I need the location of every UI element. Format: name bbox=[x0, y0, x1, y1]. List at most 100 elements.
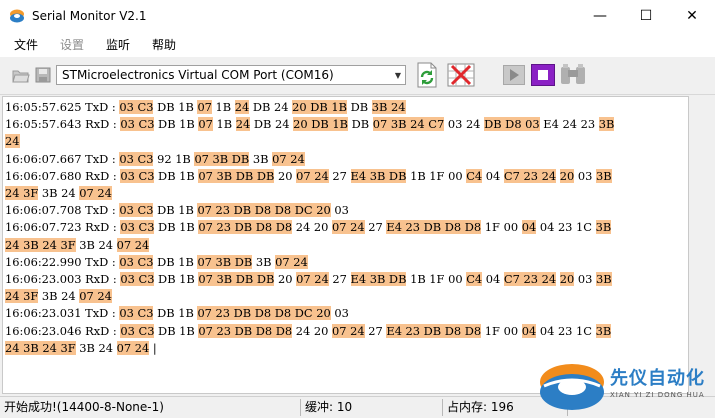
close-button[interactable]: ✕ bbox=[669, 0, 715, 31]
menu-help[interactable]: 帮助 bbox=[144, 36, 184, 53]
log-text: 3B bbox=[252, 254, 276, 269]
log-text: 1B 1F 00 bbox=[406, 168, 467, 183]
highlighted-bytes: E4 23 DB D8 D8 bbox=[386, 220, 482, 235]
binoculars-icon[interactable] bbox=[558, 64, 588, 86]
refresh-icon[interactable] bbox=[416, 62, 438, 88]
highlighted-bytes: 24 3B 24 3F bbox=[5, 340, 76, 355]
log-content: 16:05:57.625 TxD : 03 C3 DB 1B 07 1B 24 … bbox=[3, 97, 688, 357]
stop-icon[interactable] bbox=[531, 64, 555, 86]
highlighted-bytes: 03 C3 bbox=[119, 203, 154, 218]
menu-file[interactable]: 文件 bbox=[6, 36, 46, 53]
port-select-value: STMicroelectronics Virtual COM Port (COM… bbox=[62, 68, 334, 82]
log-text: DB 24 bbox=[250, 117, 294, 132]
log-text: DB 1B bbox=[154, 168, 199, 183]
highlighted-bytes: 24 3B 24 3F bbox=[5, 237, 76, 252]
save-icon[interactable] bbox=[35, 67, 51, 83]
highlighted-bytes: 07 24 bbox=[79, 289, 112, 304]
highlighted-bytes: 24 bbox=[235, 117, 251, 132]
highlighted-bytes: 03 C3 bbox=[119, 254, 154, 269]
highlighted-bytes: 24 bbox=[234, 100, 250, 114]
clear-icon[interactable] bbox=[447, 63, 475, 87]
logo-icon bbox=[540, 364, 604, 410]
highlighted-bytes: 07 23 DB D8 D8 DC 20 bbox=[197, 306, 331, 321]
highlighted-bytes: 03 C3 bbox=[120, 272, 155, 287]
open-folder-icon[interactable] bbox=[12, 68, 30, 84]
log-text: 1F 00 bbox=[481, 323, 522, 338]
highlighted-bytes: 3B bbox=[598, 117, 615, 132]
log-text: 1B bbox=[212, 117, 236, 132]
log-panel[interactable]: 16:05:57.625 TxD : 03 C3 DB 1B 07 1B 24 … bbox=[2, 96, 689, 394]
log-text: 27 bbox=[328, 168, 351, 183]
log-text: 03 bbox=[574, 272, 596, 287]
log-line: 16:06:23.046 RxD : 03 C3 DB 1B 07 23 DB … bbox=[5, 323, 688, 340]
toolbar: STMicroelectronics Virtual COM Port (COM… bbox=[0, 57, 715, 95]
play-icon[interactable] bbox=[503, 65, 525, 85]
log-text: 3B 24 bbox=[75, 237, 117, 252]
log-text: 1F 00 bbox=[481, 220, 522, 235]
highlighted-bytes: 07 bbox=[197, 100, 212, 114]
vertical-scrollbar[interactable] bbox=[689, 96, 715, 394]
highlighted-bytes: 3B 24 bbox=[371, 100, 406, 114]
highlighted-bytes: C4 bbox=[466, 168, 483, 183]
menu-monitor[interactable]: 监听 bbox=[98, 36, 138, 53]
log-text: 04 23 1C bbox=[536, 220, 596, 235]
log-text: E4 24 23 bbox=[539, 117, 599, 132]
highlighted-bytes: 07 24 bbox=[296, 272, 329, 287]
highlighted-bytes: 03 C3 bbox=[119, 306, 154, 321]
log-text: | bbox=[149, 340, 157, 355]
highlighted-bytes: 07 24 bbox=[116, 340, 150, 355]
title-bar: Serial Monitor V2.1 — ☐ ✕ bbox=[0, 0, 715, 31]
log-text: DB 1B bbox=[154, 220, 199, 235]
log-text: 27 bbox=[364, 323, 387, 338]
highlighted-bytes: 20 bbox=[559, 272, 575, 287]
highlighted-bytes: 20 DB 1B bbox=[292, 100, 348, 114]
logo-subtext: XIAN YI ZI DONG HUA bbox=[610, 391, 705, 399]
highlighted-bytes: E4 23 DB D8 D8 bbox=[386, 323, 482, 338]
log-line: 24 bbox=[5, 133, 688, 150]
log-text: DB 1B bbox=[153, 254, 198, 269]
log-line: 16:05:57.625 TxD : 03 C3 DB 1B 07 1B 24 … bbox=[5, 99, 688, 116]
minimize-button[interactable]: — bbox=[577, 0, 623, 31]
log-text: 20 bbox=[274, 168, 297, 183]
log-text: 03 24 bbox=[444, 117, 485, 132]
log-text: 03 bbox=[574, 168, 596, 183]
log-text: DB 1B bbox=[154, 272, 199, 287]
log-text: 92 1B bbox=[153, 151, 195, 166]
log-text: 1B bbox=[211, 100, 235, 114]
log-text: 16:06:23.046 RxD : bbox=[5, 323, 121, 338]
log-line: 16:06:07.723 RxD : 03 C3 DB 1B 07 23 DB … bbox=[5, 219, 688, 236]
log-text: DB 1B bbox=[153, 203, 198, 218]
highlighted-bytes: 07 3B DB DB bbox=[198, 168, 275, 183]
highlighted-bytes: 07 bbox=[198, 117, 213, 132]
log-text: DB 1B bbox=[154, 117, 199, 132]
highlighted-bytes: E4 3B DB bbox=[350, 168, 407, 183]
logo-text: 先仪自动化 bbox=[610, 368, 705, 389]
highlighted-bytes: 03 C3 bbox=[120, 220, 155, 235]
highlighted-bytes: 3B bbox=[596, 168, 612, 183]
log-text: 16:05:57.625 TxD : bbox=[5, 100, 120, 114]
highlighted-bytes: 3B bbox=[595, 220, 612, 235]
log-text: DB bbox=[347, 100, 372, 114]
log-text: 16:06:07.680 RxD : bbox=[5, 168, 121, 183]
port-select[interactable]: STMicroelectronics Virtual COM Port (COM… bbox=[56, 65, 406, 85]
highlighted-bytes: 07 24 bbox=[332, 220, 365, 235]
log-text: 27 bbox=[328, 272, 351, 287]
highlighted-bytes: 07 23 DB D8 D8 DC 20 bbox=[197, 203, 331, 218]
highlighted-bytes: 07 24 bbox=[116, 237, 150, 252]
log-text: 04 bbox=[482, 168, 504, 183]
log-line: 24 3B 24 3F 3B 24 07 24 bbox=[5, 237, 688, 254]
log-text: DB 1B bbox=[154, 323, 199, 338]
highlighted-bytes: 07 24 bbox=[296, 168, 329, 183]
log-line: 16:06:07.708 TxD : 03 C3 DB 1B 07 23 DB … bbox=[5, 202, 688, 219]
log-text: 16:06:23.003 RxD : bbox=[5, 272, 121, 287]
highlighted-bytes: 03 C3 bbox=[119, 151, 154, 166]
log-line: 24 3B 24 3F 3B 24 07 24 | bbox=[5, 340, 688, 357]
chevron-down-icon[interactable]: ▼ bbox=[391, 71, 405, 80]
log-text: 04 bbox=[482, 272, 504, 287]
menu-settings[interactable]: 设置 bbox=[52, 36, 92, 53]
highlighted-bytes: 03 C3 bbox=[120, 117, 155, 132]
highlighted-bytes: 07 24 bbox=[275, 254, 308, 269]
status-message: 开始成功!(14400-8-None-1) bbox=[0, 399, 301, 416]
highlighted-bytes: 07 24 bbox=[332, 323, 365, 338]
maximize-button[interactable]: ☐ bbox=[623, 0, 669, 31]
